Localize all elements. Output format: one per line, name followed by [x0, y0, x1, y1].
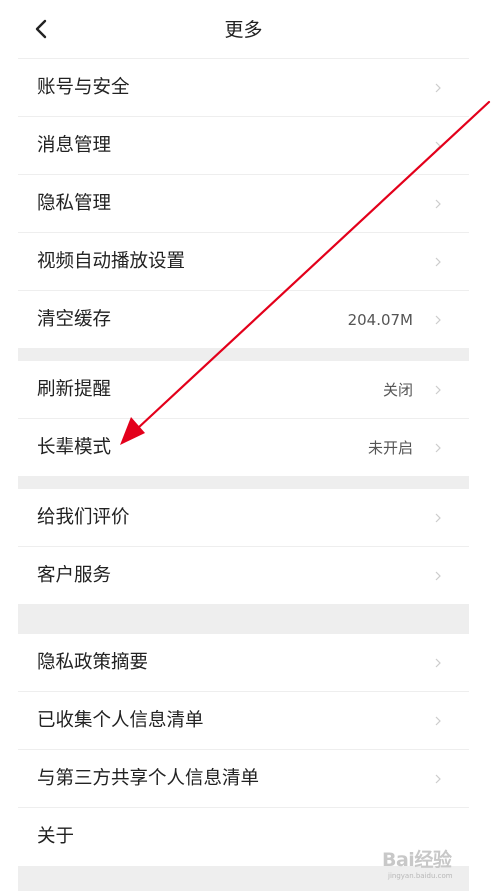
settings-item-label: 隐私政策摘要	[37, 652, 149, 673]
settings-item-label: 关于	[37, 826, 75, 847]
settings-item-clear-cache[interactable]: 清空缓存 204.07M	[18, 291, 469, 348]
settings-item-collected-info-list[interactable]: 已收集个人信息清单	[18, 692, 469, 750]
settings-item-message-management[interactable]: 消息管理	[18, 117, 469, 175]
settings-item-rate-us[interactable]: 给我们评价	[18, 489, 469, 547]
section-divider	[18, 348, 469, 361]
watermark-logo: Bai经验	[382, 849, 452, 871]
top-bar: 更多	[18, 0, 469, 59]
settings-item-label: 消息管理	[37, 135, 112, 156]
settings-group-privacy: 隐私政策摘要 已收集个人信息清单 与第三方共享个人信息清单 关于	[18, 634, 469, 865]
settings-group-feedback: 给我们评价 客户服务	[18, 489, 469, 604]
settings-item-label: 清空缓存	[37, 309, 112, 330]
refresh-reminder-value: 关闭	[382, 381, 413, 399]
watermark-url: jingyan.baidu.com	[388, 872, 453, 880]
chevron-right-icon	[435, 141, 441, 151]
watermark: Bai经验 jingyan.baidu.com	[382, 845, 487, 887]
settings-item-customer-service[interactable]: 客户服务	[18, 547, 469, 604]
page-title: 更多	[224, 19, 263, 41]
settings-item-label: 给我们评价	[37, 507, 130, 528]
section-divider	[18, 476, 469, 489]
chevron-right-icon	[435, 385, 441, 395]
chevron-right-icon	[435, 658, 441, 668]
cache-size-value: 204.07M	[347, 311, 413, 329]
settings-item-privacy-policy-summary[interactable]: 隐私政策摘要	[18, 634, 469, 692]
section-divider	[18, 604, 469, 634]
settings-item-account-security[interactable]: 账号与安全	[18, 59, 469, 117]
chevron-right-icon	[435, 199, 441, 209]
settings-item-elder-mode[interactable]: 长辈模式 未开启	[18, 419, 469, 476]
settings-item-label: 客户服务	[37, 565, 112, 586]
chevron-right-icon	[435, 315, 441, 325]
settings-item-third-party-sharing-list[interactable]: 与第三方共享个人信息清单	[18, 750, 469, 808]
settings-group-display: 刷新提醒 关闭 长辈模式 未开启	[18, 361, 469, 476]
settings-item-privacy-management[interactable]: 隐私管理	[18, 175, 469, 233]
settings-item-label: 隐私管理	[37, 193, 112, 214]
chevron-right-icon	[435, 83, 441, 93]
settings-item-label: 已收集个人信息清单	[37, 710, 204, 731]
chevron-right-icon	[435, 443, 441, 453]
elder-mode-value: 未开启	[367, 439, 413, 457]
settings-item-label: 刷新提醒	[37, 379, 112, 400]
settings-item-video-autoplay[interactable]: 视频自动播放设置	[18, 233, 469, 291]
settings-item-refresh-reminder[interactable]: 刷新提醒 关闭	[18, 361, 469, 419]
settings-item-label: 长辈模式	[37, 437, 112, 458]
settings-item-label: 视频自动播放设置	[37, 251, 186, 272]
settings-group-account: 账号与安全 消息管理 隐私管理 视频自动播放设置 清空缓存 204.07M	[18, 59, 469, 348]
chevron-right-icon	[435, 257, 441, 267]
chevron-right-icon	[435, 571, 441, 581]
chevron-right-icon	[435, 513, 441, 523]
settings-item-label: 账号与安全	[37, 77, 130, 98]
chevron-right-icon	[435, 716, 441, 726]
settings-item-label: 与第三方共享个人信息清单	[37, 768, 260, 789]
settings-screen: 更多 账号与安全 消息管理 隐私管理 视频自动播放设置 清空缓存 204.07M…	[18, 0, 469, 891]
chevron-right-icon	[435, 774, 441, 784]
